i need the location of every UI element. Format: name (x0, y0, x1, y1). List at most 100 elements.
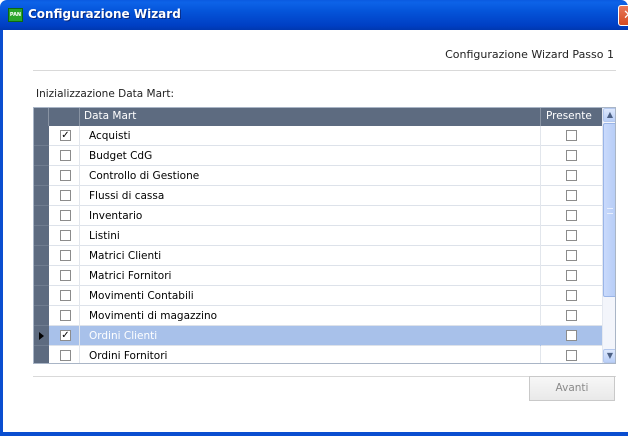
table-row[interactable]: Listini (34, 226, 602, 246)
data-mart-name: Ordini Fornitori (89, 350, 168, 362)
scroll-down-button[interactable]: ▼ (603, 349, 615, 363)
presente-checkbox[interactable] (566, 190, 577, 201)
title-bar[interactable]: PAN Configurazione Wizard ✕ (0, 0, 628, 30)
row-selector-header (34, 108, 49, 126)
app-icon: PAN (8, 8, 23, 22)
table-row[interactable]: ✓ Acquisti (34, 126, 602, 146)
data-mart-name: Matrici Fornitori (89, 270, 172, 282)
row-selector[interactable] (34, 226, 49, 246)
data-mart-name: Inventario (89, 210, 143, 222)
checkbox-column-header[interactable] (49, 108, 80, 126)
table-row[interactable]: Ordini Fornitori (34, 346, 602, 363)
row-selector[interactable] (34, 246, 49, 266)
presente-checkbox[interactable] (566, 250, 577, 261)
row-checkbox-cell (49, 286, 80, 306)
presente-checkbox[interactable] (566, 310, 577, 321)
presente-cell (540, 346, 602, 363)
table-row[interactable]: Inventario (34, 206, 602, 226)
table-row[interactable]: Budget CdG (34, 146, 602, 166)
column-header-presente[interactable]: Presente (540, 108, 602, 126)
presente-cell (540, 126, 602, 146)
data-mart-name: Listini (89, 230, 120, 242)
presente-checkbox[interactable] (566, 130, 577, 141)
vertical-scrollbar[interactable]: ▲ ▼ (602, 108, 615, 363)
row-checkbox-cell: ✓ (49, 126, 80, 146)
table-row[interactable]: Matrici Fornitori (34, 266, 602, 286)
table-row[interactable]: Matrici Clienti (34, 246, 602, 266)
next-button[interactable]: Avanti (529, 376, 615, 401)
table-row[interactable]: Controllo di Gestione (34, 166, 602, 186)
data-mart-name: Budget CdG (89, 150, 153, 162)
presente-cell (540, 186, 602, 206)
row-selector[interactable] (34, 286, 49, 306)
presente-checkbox[interactable] (566, 150, 577, 161)
presente-cell (540, 266, 602, 286)
row-checkbox-cell (49, 246, 80, 266)
scroll-thumb[interactable] (603, 123, 615, 297)
data-mart-name: Ordini Clienti (89, 330, 158, 342)
row-checkbox-cell (49, 146, 80, 166)
presente-cell (540, 306, 602, 326)
row-checkbox-cell (49, 226, 80, 246)
row-selector[interactable] (34, 186, 49, 206)
row-checkbox-cell (49, 306, 80, 326)
row-selector[interactable] (34, 166, 49, 186)
presente-checkbox[interactable] (566, 230, 577, 241)
row-selector[interactable] (34, 266, 49, 286)
table-row[interactable]: Flussi di cassa (34, 186, 602, 206)
row-select-checkbox[interactable] (60, 190, 71, 201)
data-mart-name: Controllo di Gestione (89, 170, 200, 182)
row-select-checkbox[interactable] (60, 270, 71, 281)
presente-checkbox[interactable] (566, 350, 577, 361)
wizard-window: PAN Configurazione Wizard ✕ Configurazio… (0, 0, 628, 436)
row-select-checkbox[interactable] (60, 350, 71, 361)
row-select-checkbox[interactable]: ✓ (60, 130, 71, 141)
row-select-checkbox[interactable] (60, 310, 71, 321)
presente-cell (540, 286, 602, 306)
data-mart-grid[interactable]: Data Mart Presente ✓ Acquisti Budget CdG Co… (33, 107, 616, 364)
row-selector[interactable] (34, 306, 49, 326)
presente-checkbox[interactable] (566, 290, 577, 301)
presente-checkbox[interactable] (566, 170, 577, 181)
row-select-checkbox[interactable] (60, 150, 71, 161)
presente-checkbox[interactable] (566, 270, 577, 281)
row-checkbox-cell (49, 346, 80, 363)
row-select-checkbox[interactable] (60, 170, 71, 181)
header-divider (33, 70, 616, 71)
row-select-checkbox[interactable] (60, 210, 71, 221)
data-mart-name: Acquisti (89, 130, 131, 142)
scroll-up-button[interactable]: ▲ (603, 108, 615, 122)
presente-checkbox[interactable] (566, 210, 577, 221)
row-selector[interactable] (34, 346, 49, 363)
row-selector[interactable] (34, 126, 49, 146)
scroll-grip-icon (607, 208, 613, 214)
table-row[interactable]: ✓ Ordini Clienti (34, 326, 602, 346)
row-checkbox-cell: ✓ (49, 326, 80, 346)
section-label: Inizializzazione Data Mart: (36, 88, 175, 100)
row-select-checkbox[interactable] (60, 290, 71, 301)
row-checkbox-cell (49, 166, 80, 186)
column-header-data-mart[interactable]: Data Mart (84, 110, 136, 122)
data-mart-name: Matrici Clienti (89, 250, 162, 262)
row-selector[interactable] (34, 326, 49, 346)
presente-cell (540, 326, 602, 346)
row-select-checkbox[interactable]: ✓ (60, 330, 71, 341)
row-selector[interactable] (34, 206, 49, 226)
data-mart-name: Movimenti Contabili (89, 290, 194, 302)
presente-checkbox[interactable] (566, 330, 577, 341)
table-row[interactable]: Movimenti Contabili (34, 286, 602, 306)
row-checkbox-cell (49, 266, 80, 286)
row-checkbox-cell (49, 186, 80, 206)
close-button[interactable]: ✕ (618, 5, 628, 26)
row-select-checkbox[interactable] (60, 230, 71, 241)
data-mart-name: Flussi di cassa (89, 190, 165, 202)
data-mart-name: Movimenti di magazzino (89, 310, 218, 322)
window-title: Configurazione Wizard (28, 7, 181, 21)
table-row[interactable]: Movimenti di magazzino (34, 306, 602, 326)
presente-cell (540, 146, 602, 166)
step-label: Configurazione Wizard Passo 1 (445, 48, 614, 61)
row-checkbox-cell (49, 206, 80, 226)
row-select-checkbox[interactable] (60, 250, 71, 261)
presente-cell (540, 206, 602, 226)
row-selector[interactable] (34, 146, 49, 166)
